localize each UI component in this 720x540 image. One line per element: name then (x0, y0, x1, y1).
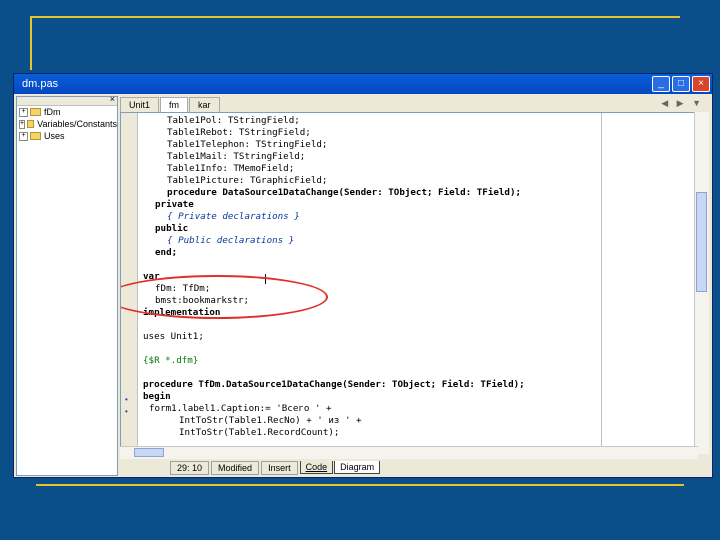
vertical-scrollbar[interactable] (694, 112, 709, 454)
code-line: IntToStr(Table1.RecNo) + ' из ' + (179, 415, 362, 426)
code-line: form1.label1.Caption:= 'Всего ' + (149, 403, 332, 414)
expand-icon[interactable]: + (19, 107, 28, 117)
cursor-position: 29: 10 (170, 460, 210, 475)
pane-header: × (17, 94, 117, 106)
title-bar: dm.pas _ □ × (14, 74, 712, 94)
breakpoint-marker-icon: • (125, 395, 128, 404)
tree-item-label: Variables/Constants (37, 119, 117, 129)
code-line: public (155, 223, 189, 234)
maximize-button[interactable]: □ (672, 76, 690, 92)
insert-mode-indicator: Insert (261, 460, 298, 475)
code-explorer-pane: × + fDm + Variables/Constants + Uses (16, 94, 118, 476)
code-line: procedure TfDm.DataSource1DataChange(Sen… (143, 379, 525, 390)
tab-diagram[interactable]: Diagram (334, 461, 381, 474)
code-line: Table1Info: TMemoField; (167, 163, 295, 174)
code-line: Table1Rebot: TStringField; (167, 127, 311, 138)
code-line: { Public declarations } (167, 235, 295, 246)
code-editor[interactable]: • • Table1Pol: TStringField; Table1Rebot… (120, 112, 698, 454)
code-line: {$R *.dfm} (143, 355, 199, 366)
code-line: var (143, 271, 160, 282)
text-cursor (265, 274, 266, 284)
code-line: procedure DataSource1DataChange(Sender: … (167, 187, 522, 198)
scrollbar-thumb[interactable] (134, 448, 164, 457)
tree-item-label: Uses (44, 131, 65, 141)
code-line: end; (155, 247, 178, 258)
code-line: begin (143, 391, 171, 402)
folder-icon (30, 132, 41, 140)
tree-item-fdm[interactable]: + fDm (17, 106, 117, 118)
modified-indicator: Modified (211, 460, 260, 475)
breakpoint-marker-icon: • (125, 407, 128, 416)
tree-item-label: fDm (44, 107, 61, 117)
editor-tabs: Unit1 fm kar ◀ ▶ ▼ (120, 96, 710, 112)
tab-code[interactable]: Code (299, 461, 334, 474)
minimize-button[interactable]: _ (652, 76, 670, 92)
code-line: fDm: TfDm; (155, 283, 211, 294)
tab-kar[interactable]: kar (189, 97, 220, 112)
expand-icon[interactable]: + (19, 131, 28, 141)
navigation-arrows-icon[interactable]: ◀ ▶ ▼ (661, 98, 704, 109)
code-line: private (155, 199, 194, 210)
scrollbar-thumb[interactable] (696, 192, 707, 292)
horizontal-scrollbar[interactable] (120, 446, 698, 459)
tab-fm[interactable]: fm (160, 97, 189, 112)
expand-icon[interactable]: + (19, 119, 26, 129)
class-icon (30, 108, 41, 116)
code-line: Table1Telephon: TStringField; (167, 139, 328, 150)
code-line: Table1Mail: TStringField; (167, 151, 306, 162)
code-line: Table1Pol: TStringField; (167, 115, 300, 126)
code-line: Table1Picture: TGraphicField; (167, 175, 328, 186)
decorative-line-left (30, 16, 32, 70)
tree-item-variables[interactable]: + Variables/Constants (17, 118, 117, 130)
close-pane-icon[interactable]: × (110, 94, 115, 104)
close-button[interactable]: × (692, 76, 710, 92)
code-line: IntToStr(Table1.RecordCount); (179, 427, 340, 438)
editor-gutter: • • (121, 113, 138, 453)
window-title: dm.pas (22, 78, 59, 90)
decorative-line-bottom (36, 484, 684, 486)
code-editor-window: dm.pas _ □ × × + fDm + Variables/Constan… (13, 73, 713, 478)
tab-unit1[interactable]: Unit1 (120, 97, 160, 112)
right-margin-line (601, 113, 602, 453)
code-line: bmst:bookmarkstr; (155, 295, 250, 306)
status-bar: 29: 10 Modified Insert Code Diagram (120, 460, 710, 475)
code-line: uses Unit1; (143, 331, 204, 342)
code-line: implementation (143, 307, 221, 318)
code-line: { Private declarations } (167, 211, 300, 222)
folder-icon (27, 120, 35, 128)
decorative-line-top (30, 16, 680, 18)
tree-item-uses[interactable]: + Uses (17, 130, 117, 142)
